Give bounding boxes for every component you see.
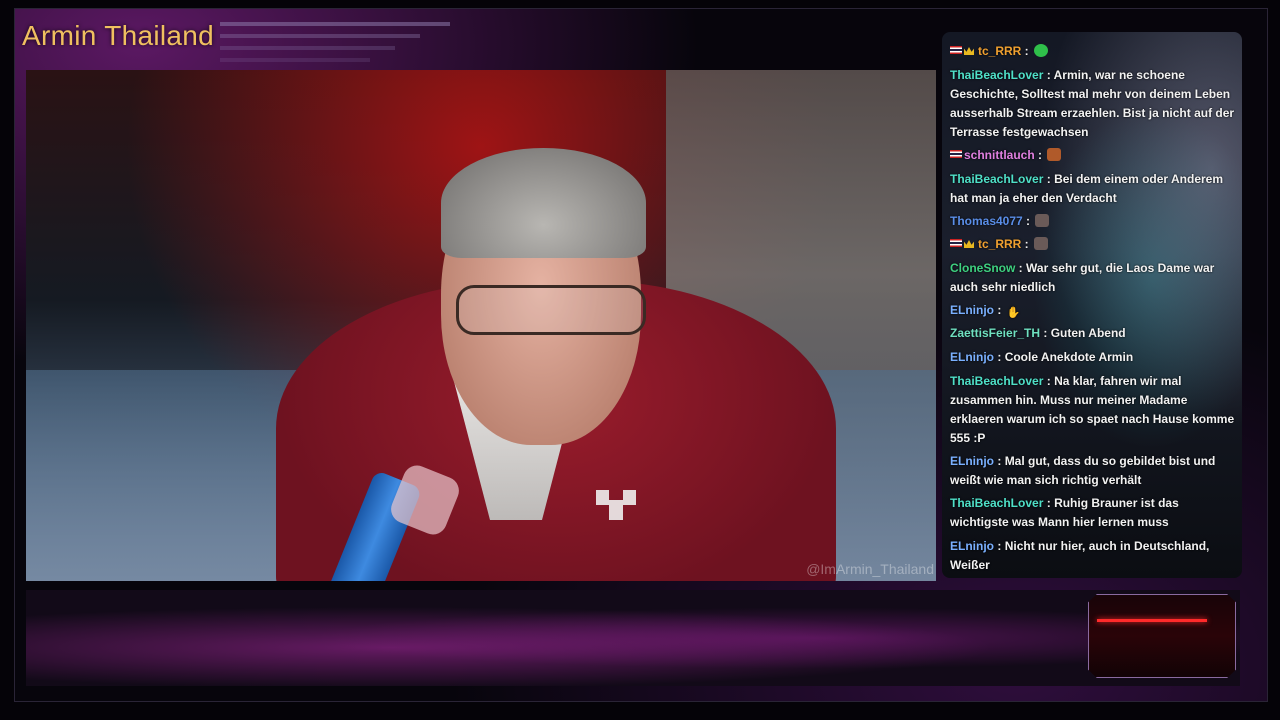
chat-username[interactable]: tc_RRR: [978, 44, 1021, 58]
chat-text: Coole Anekdote Armin: [1004, 350, 1134, 364]
chat-separator: :: [1043, 68, 1051, 82]
chat-message: schnittlauch :: [950, 146, 1240, 165]
chat-username[interactable]: ELninjo: [950, 303, 994, 317]
chat-username[interactable]: tc_RRR: [978, 237, 1021, 251]
chat-username[interactable]: ELninjo: [950, 454, 994, 468]
chat-message: ThaiBeachLover : Armin, war ne schoene G…: [950, 66, 1240, 142]
grid-emote-icon: [1035, 214, 1050, 227]
grid-emote-icon: [1034, 237, 1049, 250]
mini-preview-line: [1097, 619, 1207, 622]
chat-separator: :: [994, 350, 1002, 364]
crown-icon: [964, 240, 974, 248]
chat-message: tc_RRR :: [950, 42, 1240, 61]
chat-separator: :: [994, 303, 1002, 317]
face-emote-icon: [1047, 148, 1062, 161]
stream-title: Armin Thailand: [22, 20, 214, 51]
chat-username[interactable]: ThaiBeachLover: [950, 172, 1043, 186]
chat-message: Thomas4077 :: [950, 212, 1240, 231]
person-hair: [441, 148, 646, 258]
chat-username[interactable]: ThaiBeachLover: [950, 68, 1043, 82]
chat-message: ELninjo : ✋: [950, 301, 1240, 320]
title-deco-line: [220, 22, 450, 26]
chat-separator: :: [1040, 326, 1048, 340]
chat-separator: :: [1043, 496, 1051, 510]
crown-icon: [964, 47, 974, 55]
chat-username[interactable]: ELninjo: [950, 350, 994, 364]
chat-separator: :: [1043, 172, 1051, 186]
thai-flag-icon: [950, 46, 962, 54]
chat-message: ZaettisFeier_TH : Guten Abend: [950, 324, 1240, 343]
thai-flag-icon: [950, 239, 962, 247]
chat-username[interactable]: schnittlauch: [964, 148, 1035, 162]
chat-separator: :: [1021, 44, 1029, 58]
chat-username[interactable]: CloneSnow: [950, 261, 1015, 275]
chat-username[interactable]: ThaiBeachLover: [950, 374, 1043, 388]
chat-message: ELninjo : Mal gut, dass du so gebildet b…: [950, 452, 1240, 490]
brand-logo-icon: [596, 490, 636, 520]
title-deco-line: [220, 58, 370, 62]
chat-separator: :: [994, 454, 1002, 468]
chat-message: CloneSnow : War sehr gut, die Laos Dame …: [950, 259, 1240, 297]
bottom-decoration-bar: [26, 590, 1240, 686]
title-deco-line: [220, 34, 420, 38]
chat-message: ELninjo : Nicht nur hier, auch in Deutsc…: [950, 537, 1240, 575]
chat-separator: :: [1022, 214, 1031, 228]
webcam-video: @ImArmin_Thailand: [26, 70, 936, 581]
chat-text: Guten Abend: [1050, 326, 1126, 340]
chat-separator: :: [1015, 261, 1023, 275]
chat-panel: tc_RRR : ThaiBeachLover : Armin, war ne …: [942, 32, 1242, 578]
glasses: [456, 285, 646, 335]
chat-message: ELninjo : Coole Anekdote Armin: [950, 348, 1240, 367]
chat-separator: :: [994, 539, 1002, 553]
chat-separator: :: [1021, 237, 1029, 251]
chat-message: ThaiBeachLover : Bei dem einem oder Ande…: [950, 170, 1240, 208]
title-deco-line: [220, 46, 395, 50]
stream-watermark: @ImArmin_Thailand: [806, 561, 934, 577]
chat-username[interactable]: ELninjo: [950, 539, 994, 553]
thai-flag-icon: [950, 150, 962, 158]
chat-username[interactable]: ZaettisFeier_TH: [950, 326, 1040, 340]
chat-username[interactable]: ThaiBeachLover: [950, 496, 1043, 510]
check-emote-icon: [1034, 44, 1049, 57]
chat-message: ThaiBeachLover : Na klar, fahren wir mal…: [950, 372, 1240, 448]
hand-emote-icon: ✋: [1006, 307, 1021, 319]
mini-preview-panel: [1088, 594, 1236, 678]
chat-message: tc_RRR :: [950, 235, 1240, 254]
chat-separator: :: [1034, 148, 1043, 162]
chat-message: ThaiBeachLover : Ruhig Brauner ist das w…: [950, 494, 1240, 532]
chat-separator: :: [1043, 374, 1051, 388]
chat-username[interactable]: Thomas4077: [950, 214, 1023, 228]
